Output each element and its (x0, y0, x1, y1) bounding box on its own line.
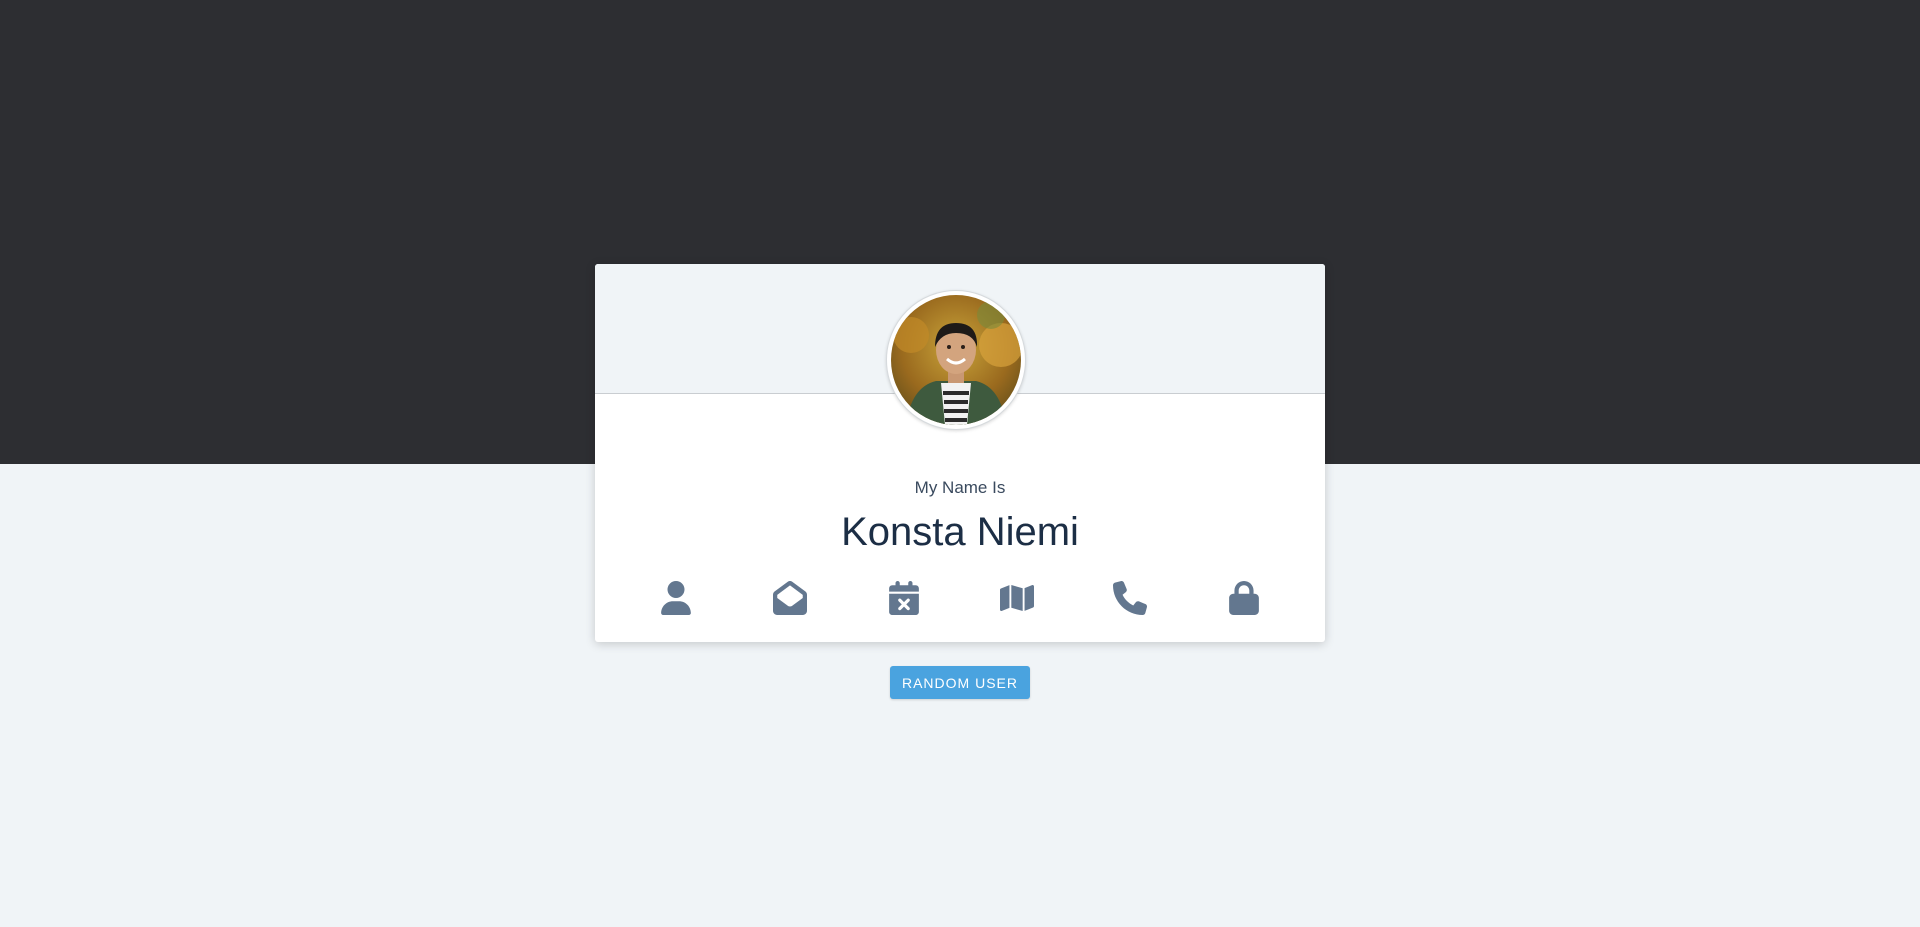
lock-icon[interactable] (1222, 576, 1266, 620)
field-label: My Name Is (914, 478, 1006, 497)
random-user-button[interactable]: RANDOM USER (890, 666, 1030, 699)
info-icon-bar (595, 576, 1325, 620)
user-card: My Name Is Konsta Niemi (595, 264, 1325, 642)
phone-icon[interactable] (1108, 576, 1152, 620)
user-icon[interactable] (654, 576, 698, 620)
field-value: Konsta Niemi (841, 510, 1079, 554)
avatar (886, 290, 1026, 430)
avatar-photo (891, 295, 1021, 425)
envelope-open-icon[interactable] (768, 576, 812, 620)
calendar-times-icon[interactable] (882, 576, 926, 620)
map-icon[interactable] (995, 576, 1039, 620)
